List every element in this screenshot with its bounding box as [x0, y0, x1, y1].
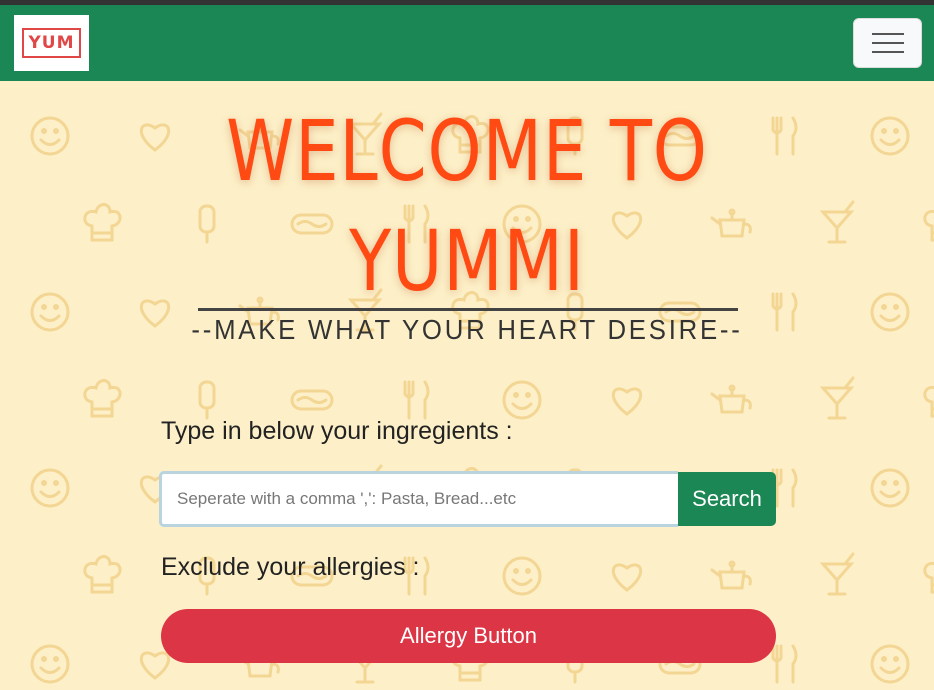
search-button[interactable]: Search: [678, 472, 776, 526]
navbar: YUM: [0, 5, 934, 81]
ingredients-input[interactable]: [159, 471, 678, 527]
page-title: WELCOME TO YUMMI: [84, 96, 850, 316]
chef-hat-icon: [923, 385, 934, 418]
popsicle-icon: [198, 380, 216, 420]
page-subtitle: --MAKE WHAT YOUR HEART DESIRE--: [191, 314, 743, 345]
allergy-button[interactable]: Allergy Button: [161, 609, 776, 663]
hamburger-menu-icon: [871, 51, 904, 53]
chef-hat-icon: [83, 555, 122, 594]
hamburger-menu-icon: [871, 42, 904, 44]
teapot-icon: [710, 560, 752, 590]
cocktail-icon: [819, 376, 855, 420]
chef-hat-icon: [83, 379, 122, 418]
logo-text: YUM: [22, 28, 81, 58]
heart-icon: [140, 651, 170, 680]
smiley-icon: [30, 644, 70, 684]
navbar-toggler-button[interactable]: [853, 18, 922, 68]
heart-icon: [612, 563, 642, 592]
hamburger-menu-icon: [871, 33, 904, 35]
title-divider: [198, 308, 738, 311]
chef-hat-icon: [923, 561, 934, 594]
smiley-icon: [870, 468, 910, 508]
search-form: Search: [159, 471, 776, 527]
allergies-label: Exclude your allergies :: [161, 553, 420, 581]
title-line-2: YUMMI: [349, 212, 585, 310]
chef-hat-icon: [923, 209, 934, 242]
fork-knife-icon: [771, 644, 798, 684]
hotdog-icon: [290, 389, 334, 411]
smiley-icon: [30, 468, 70, 508]
smiley-icon: [502, 380, 542, 420]
smiley-icon: [870, 116, 910, 156]
cocktail-icon: [819, 552, 855, 596]
teapot-icon: [710, 384, 752, 414]
smiley-icon: [870, 644, 910, 684]
ingredients-label: Type in below your ingregients :: [161, 417, 513, 445]
heart-icon: [612, 387, 642, 416]
fork-knife-icon: [771, 468, 798, 508]
title-line-1: WELCOME TO: [226, 102, 708, 200]
smiley-icon: [30, 116, 70, 156]
smiley-icon: [502, 556, 542, 596]
fork-knife-icon: [403, 380, 430, 420]
brand-logo[interactable]: YUM: [14, 15, 89, 71]
